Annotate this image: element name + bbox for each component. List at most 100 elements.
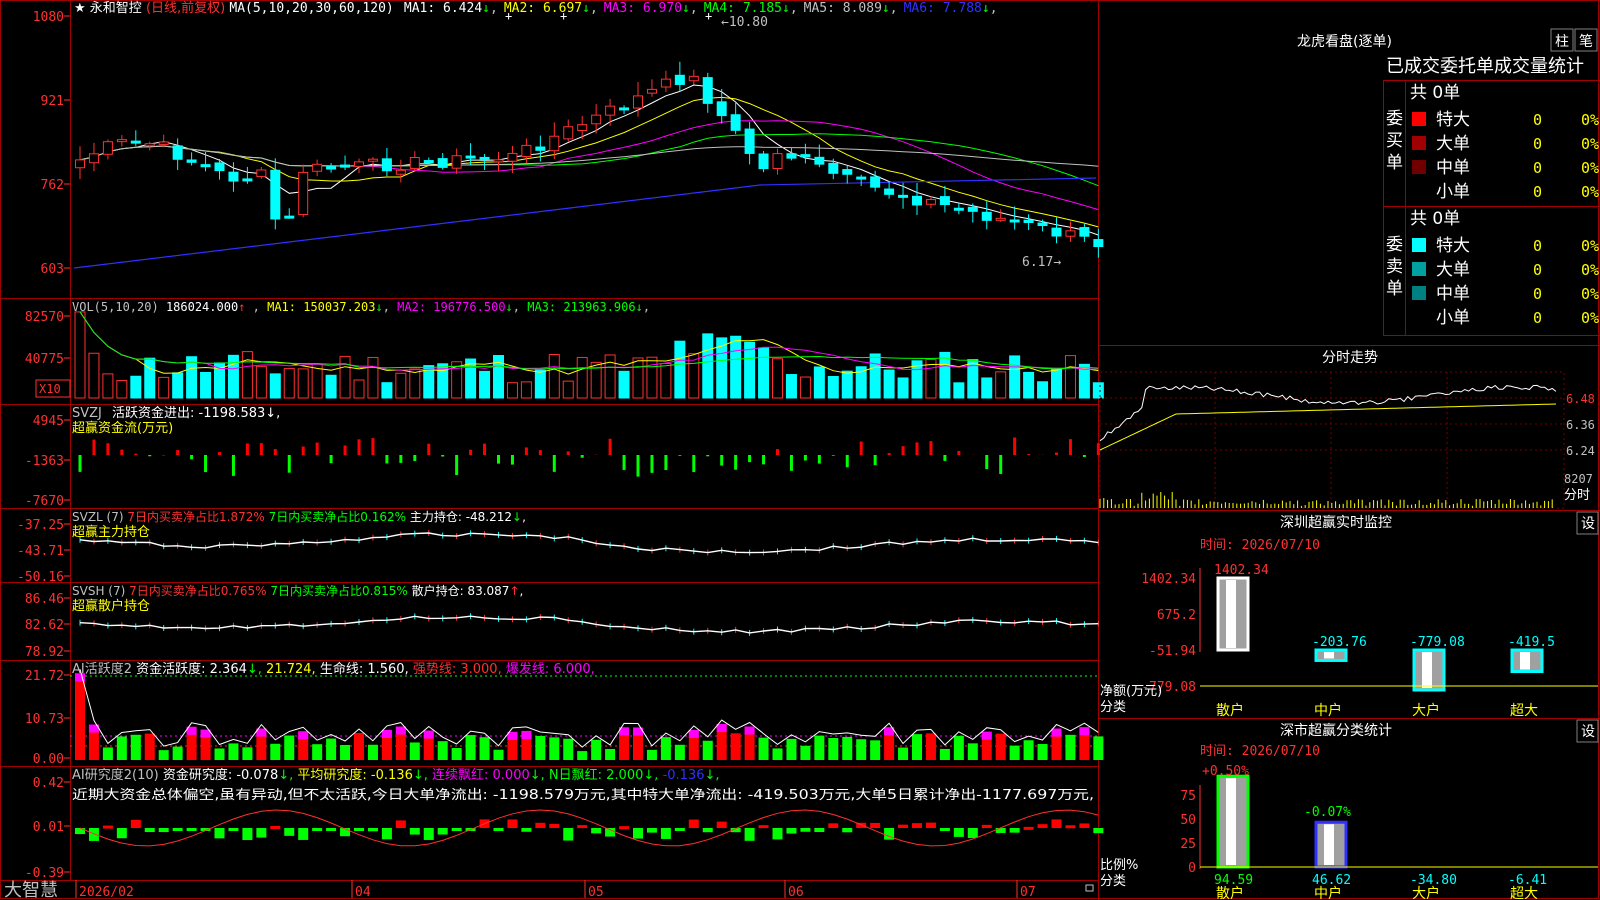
candle[interactable] [284,215,295,219]
candle[interactable] [521,144,532,158]
candle[interactable] [772,153,783,170]
lhb-row-pct: 0% [1581,111,1599,129]
candle[interactable] [1065,230,1076,237]
candle[interactable] [577,124,588,132]
candle[interactable] [702,77,713,104]
candle[interactable] [842,169,853,175]
candle[interactable] [688,75,699,82]
intraday-title: 分时走势 [1322,350,1378,366]
candle[interactable] [437,158,448,168]
candle[interactable] [535,146,546,151]
ai-activity-bar [953,735,964,760]
candle[interactable] [995,217,1006,221]
candle[interactable] [981,211,992,221]
candle[interactable] [563,126,574,140]
candle[interactable] [884,188,895,195]
candle[interactable] [354,161,364,167]
svzj-bar [1068,439,1072,455]
candle[interactable] [828,162,839,174]
timeline-bar[interactable]: 大智慧 2026/02 04 05 06 07 [4,880,1094,900]
candle[interactable] [814,156,825,165]
candle[interactable] [242,178,253,182]
candle[interactable] [744,128,755,154]
candle[interactable] [158,141,169,145]
sz-class-panel[interactable]: 深市超赢分类统计 设 时间: 2026/07/10 755025094.59散户… [1100,719,1599,900]
intraday-panel[interactable]: 分时走势 6.48 6.36 6.24 8207 分时 [1099,350,1595,509]
kline-panel[interactable]: 1080921762603 ←10.80 6.17→ + + + [33,9,1104,277]
candle[interactable] [256,169,267,177]
candle[interactable] [1051,227,1062,237]
lhb-panel[interactable]: 龙虎看盘(逐单) 柱 笔 已成交委托单成交量统计 委买单共 0单特大 0 0%大单 0… [1297,28,1599,328]
ai-research-bar [814,828,825,832]
candle[interactable] [939,196,950,206]
candle[interactable] [1009,219,1020,223]
candle[interactable] [660,78,671,88]
candle[interactable] [856,176,867,180]
candle[interactable] [786,153,797,159]
candle[interactable] [870,176,881,188]
candle[interactable] [925,199,936,205]
svzj-bar [817,455,821,464]
candle[interactable] [646,88,657,94]
candle[interactable] [186,159,197,163]
candle[interactable] [1079,227,1090,237]
candle[interactable] [758,153,769,170]
candle[interactable] [633,95,643,109]
candle[interactable] [953,207,964,211]
lock-icon[interactable] [1085,884,1094,892]
volume-bar [841,370,853,399]
candle[interactable] [549,135,560,152]
lhb-side-label: 单 [1386,153,1403,173]
lhb-row-pct: 0% [1581,159,1599,177]
candle[interactable] [507,152,518,162]
candle[interactable] [898,194,909,198]
candle[interactable] [381,158,392,172]
candle[interactable] [730,114,741,131]
svzj-bar [873,455,877,466]
candle[interactable] [967,206,978,212]
intraday-average-line [1099,403,1557,451]
candle[interactable] [200,164,211,168]
candle[interactable] [912,195,922,206]
svzl-panel[interactable]: -37.25 -43.71 -50.16 [17,518,1099,585]
volume-panel[interactable]: 82570 40775 X10 [25,310,1104,399]
volume-bar [130,375,142,399]
candle[interactable] [130,140,141,144]
candle[interactable] [88,153,99,164]
svsh-panel[interactable]: 86.46 82.62 78.92 [25,592,1099,660]
candle[interactable] [800,154,811,158]
svzj-panel[interactable]: 4945 -1363 -7670 [25,414,1100,509]
candle[interactable] [116,139,127,143]
candle[interactable] [340,164,351,168]
sz-monitor-panel[interactable]: 深圳超赢实时监控 设 时间: 2026/07/10 1402.34 675.2 -5… [1100,511,1599,719]
candle[interactable] [423,160,434,164]
candle[interactable] [674,74,685,85]
candle[interactable] [451,155,462,169]
candle[interactable] [102,141,113,155]
candle[interactable] [326,166,337,170]
vol-ma-value-2: MA2: 196776.500 [397,300,505,314]
candle[interactable] [465,155,476,159]
svzj-bar [859,441,863,455]
candle[interactable] [1093,239,1104,248]
candle[interactable] [395,169,406,175]
candle[interactable] [214,162,225,172]
ai-activity-panel[interactable]: 21.72 10.73 0.00 [25,669,1104,767]
candle[interactable] [75,159,85,169]
candle[interactable] [144,143,155,147]
candle[interactable] [367,158,378,162]
candle[interactable] [298,171,309,216]
candle[interactable] [409,156,420,169]
candle[interactable] [172,145,183,160]
candle[interactable] [1023,219,1034,223]
candle[interactable] [312,163,323,172]
candle[interactable] [716,101,727,117]
candle[interactable] [228,171,239,182]
candle[interactable] [591,114,602,125]
candle[interactable] [1037,222,1048,227]
candle[interactable] [479,156,490,160]
candle[interactable] [493,159,504,163]
candle[interactable] [619,107,630,111]
candle[interactable] [270,169,281,220]
candle[interactable] [605,105,616,116]
